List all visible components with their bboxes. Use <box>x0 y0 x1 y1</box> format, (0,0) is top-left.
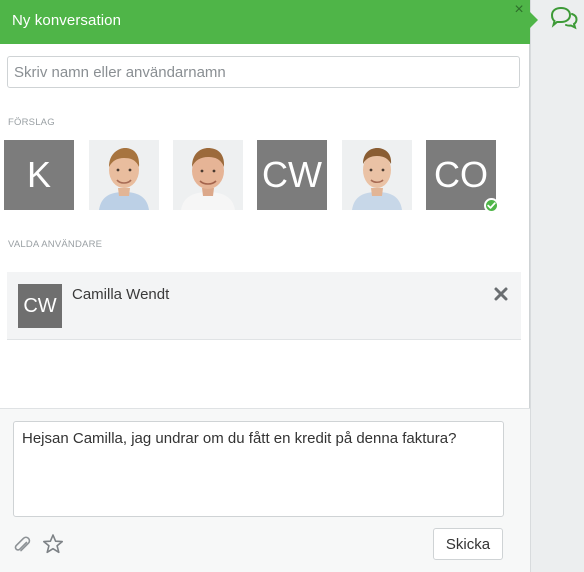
suggestion-avatar[interactable]: K <box>4 140 74 210</box>
online-check-icon <box>484 198 499 213</box>
suggestion-avatar[interactable] <box>89 140 159 210</box>
panel-pointer <box>530 12 538 28</box>
star-icon[interactable] <box>42 533 64 555</box>
right-rail <box>530 0 584 572</box>
message-textarea[interactable]: Hejsan Camilla, jag undrar om du fått en… <box>13 421 504 517</box>
new-conversation-panel: Ny konversation × FÖRSLAG K <box>0 0 530 572</box>
close-icon[interactable]: × <box>511 2 527 18</box>
avatar-initials: CW <box>262 154 322 195</box>
avatar: CW <box>18 284 62 328</box>
avatar-initials: CO <box>434 154 488 195</box>
chat-bubbles-icon[interactable] <box>549 4 579 32</box>
avatar-initials: CW <box>23 294 57 317</box>
suggestions-list: K CW CO <box>4 140 524 213</box>
selected-user-name: Camilla Wendt <box>72 286 170 303</box>
person-photo-icon <box>89 140 159 210</box>
selected-users-label: VALDA ANVÄNDARE <box>8 239 103 250</box>
paperclip-icon[interactable] <box>12 533 32 553</box>
message-composer: Hejsan Camilla, jag undrar om du fått en… <box>0 408 530 572</box>
selected-user-card: CW Camilla Wendt <box>7 272 521 340</box>
suggestion-avatar[interactable] <box>173 140 243 210</box>
avatar-initials: K <box>26 154 51 195</box>
person-photo-icon <box>342 140 412 210</box>
send-button[interactable]: Skicka <box>433 528 503 560</box>
search-input[interactable] <box>7 56 520 88</box>
suggestion-avatar[interactable]: CW <box>257 140 327 210</box>
panel-title: Ny konversation <box>12 12 122 29</box>
suggestions-label: FÖRSLAG <box>8 117 55 128</box>
panel-header: Ny konversation × <box>0 0 530 44</box>
suggestion-avatar[interactable]: CO <box>426 140 499 213</box>
remove-user-close-icon[interactable] <box>493 286 509 302</box>
person-photo-icon <box>173 140 243 210</box>
suggestion-avatar[interactable] <box>342 140 412 210</box>
